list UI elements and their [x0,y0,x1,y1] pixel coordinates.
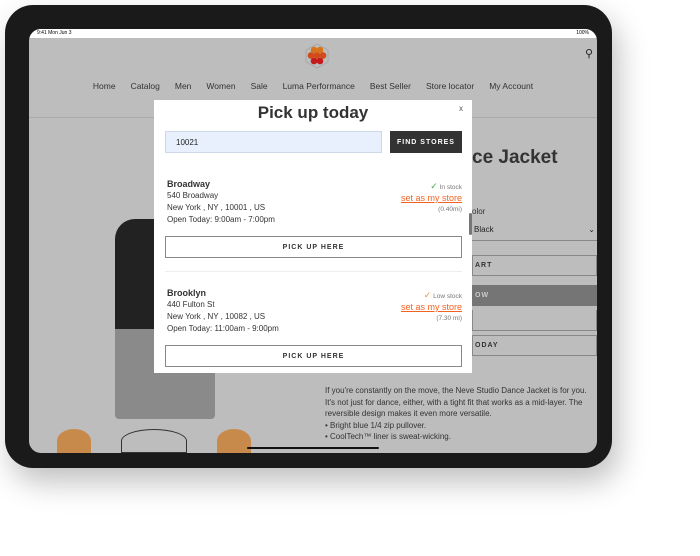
search-icon[interactable]: ⚲ [585,47,593,60]
description-bullet: • CoolTech™ liner is sweat-wicking. [325,432,451,441]
nav-home[interactable]: Home [93,81,116,91]
color-value: Black [474,225,494,234]
chevron-down-icon: ⌄ [588,225,595,234]
zip-input[interactable] [165,131,382,153]
close-button[interactable]: x [459,104,463,113]
pick-up-today-button[interactable]: ODAY [472,335,597,356]
product-button[interactable] [472,310,597,331]
divider [165,271,462,272]
tablet-frame: 9:41 Mon Jun 3 100% ⚲ Home Catalog Men W… [5,5,612,468]
status-date: Mon Jun 3 [48,30,72,36]
store-distance: (7.30 mi) [436,315,462,322]
description-text: If you're constantly on the move, the Ne… [325,386,587,418]
nav-women[interactable]: Women [206,81,235,91]
product-title: ce Jacket [472,147,558,168]
check-icon: ✓ [430,181,438,191]
luma-logo[interactable] [304,43,330,69]
thumbnail-selected[interactable] [121,429,187,453]
color-select[interactable]: Black ⌄ [472,219,597,241]
scrollbar[interactable] [469,213,472,235]
check-icon: ✓ [423,290,432,300]
stock-status: In stock [439,184,462,191]
nav-catalog[interactable]: Catalog [131,81,160,91]
pick-up-here-button[interactable]: PICK UP HERE [165,345,462,367]
nav-my-account[interactable]: My Account [489,81,533,91]
stock-status: Low stock [433,293,462,300]
add-to-cart-button[interactable]: ART [472,255,597,276]
color-label: olor [472,207,486,216]
set-as-my-store-link[interactable]: set as my store [401,193,462,204]
store-hours: Open Today: 11:00am - 9:00pm [167,324,279,333]
store-distance: (0.40mi) [438,206,462,213]
pick-up-here-button[interactable]: PICK UP HERE [165,236,462,258]
store-broadway: Broadway 540 Broadway New York , NY , 10… [167,178,462,226]
nav-best-seller[interactable]: Best Seller [370,81,411,91]
status-time: 9:41 [37,30,47,36]
set-as-my-store-link[interactable]: set as my store [401,302,462,313]
product-description: If you're constantly on the move, the Ne… [325,385,595,443]
store-hours: Open Today: 9:00am - 7:00pm [167,215,275,224]
home-indicator[interactable] [247,447,379,449]
description-bullet: • Bright blue 1/4 zip pullover. [325,420,427,430]
battery-indicator: 100% [576,30,589,36]
nav-men[interactable]: Men [175,81,192,91]
nav-sale[interactable]: Sale [251,81,268,91]
main-nav: Home Catalog Men Women Sale Luma Perform… [29,81,597,91]
modal-title: Pick up today [257,103,369,122]
thumbnail-strip [57,429,251,453]
find-stores-button[interactable]: FIND STORES [390,131,462,153]
status-bar: 9:41 Mon Jun 3 100% [29,29,597,38]
pickup-modal: Pick up today x FIND STORES Broadway 540… [154,100,472,373]
nav-luma-performance[interactable]: Luma Performance [283,81,355,91]
thumbnail[interactable] [217,429,251,453]
buy-now-button[interactable]: OW [472,285,597,306]
store-brooklyn: Brooklyn 440 Fulton St New York , NY , 1… [167,287,462,335]
nav-store-locator[interactable]: Store locator [426,81,474,91]
thumbnail[interactable] [57,429,91,453]
screen: 9:41 Mon Jun 3 100% ⚲ Home Catalog Men W… [29,29,597,453]
